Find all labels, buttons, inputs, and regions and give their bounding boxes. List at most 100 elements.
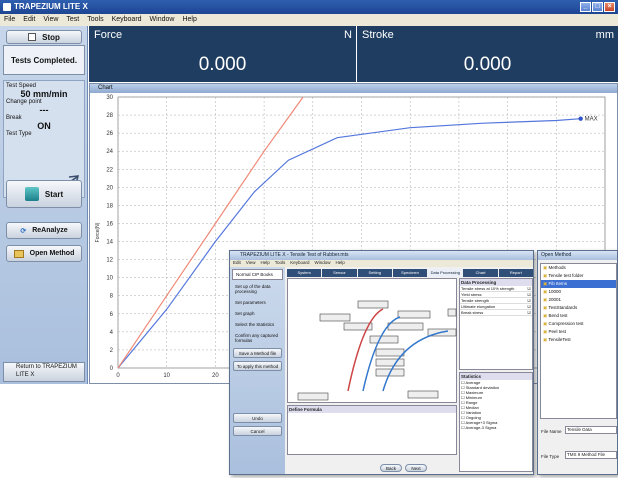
close-button[interactable]: × [604, 2, 615, 12]
statistic-item[interactable]: ☐ Average-3 Sigma [460, 425, 532, 430]
nav-button-back[interactable]: Back [380, 464, 402, 472]
menu-item-view[interactable]: View [43, 14, 58, 26]
stroke-label: Stroke [362, 29, 394, 41]
method-side-button[interactable]: To apply this method [233, 361, 282, 371]
stroke-unit: mm [595, 29, 614, 41]
method-tab[interactable]: Report [498, 269, 533, 277]
data-processing-panel: Data Processing Tensile stress at 10% st… [459, 278, 533, 370]
method-step[interactable]: Select the Statistics [232, 320, 283, 329]
break-value: ON [37, 121, 51, 131]
method-nav: Back Next [380, 464, 427, 472]
statistics-panel: Statistics ☐ Average ☐ Standard deviation… [459, 372, 533, 472]
reanalyze-icon: ⟳ [20, 227, 27, 235]
reanalyze-button[interactable]: ⟳ ReAnalyze [6, 222, 82, 239]
file-list-item[interactable]: ▣ Bend test [541, 312, 616, 320]
method-tab[interactable]: System [287, 269, 322, 277]
start-button[interactable]: Start [6, 180, 82, 208]
method-tab[interactable]: Sensor [322, 269, 357, 277]
return-label: Return to TRAPEZIUM LITE X [16, 364, 77, 378]
chart-title: Chart [98, 85, 113, 91]
processing-row-label: Break stress [461, 310, 484, 315]
file-list-item[interactable]: ▣ 10000 [541, 288, 616, 296]
method-step[interactable]: Normal CIP Books [232, 269, 283, 280]
nav-button-next[interactable]: Next [405, 464, 427, 472]
file-list-item[interactable]: ▣ Peel test [541, 328, 616, 336]
y-tick-label: 20 [106, 185, 113, 191]
y-tick-label: 6 [110, 312, 114, 318]
method-side-button[interactable]: Cancel [233, 426, 282, 436]
statistics-title: Statistics [460, 373, 532, 380]
method-step[interactable]: Set up of the data processing [232, 282, 283, 296]
force-value: 0.000 [198, 54, 247, 75]
folder-icon [13, 249, 24, 258]
method-tab[interactable]: Chart [463, 269, 498, 277]
open-method-button[interactable]: Open Method [6, 245, 82, 262]
file-list-item[interactable]: ▣ TestStandards [541, 304, 616, 312]
menu-item-file[interactable]: File [4, 14, 15, 26]
method-step[interactable]: Confirm any captured formulas [232, 331, 283, 345]
method-tab[interactable]: Setting [357, 269, 392, 277]
method-file-list: ▣ Methods ▣ Tensile test folder ▣ Fib Item… [540, 263, 617, 419]
maximize-button[interactable]: □ [592, 2, 603, 12]
menu-item-tools[interactable]: Tools [87, 14, 103, 26]
open-method-dialog: Open Method ▣ Methods ▣ Tensile test fold… [537, 250, 618, 475]
row-checkbox[interactable]: ☑ [527, 292, 531, 297]
stop-button[interactable]: Stop [6, 30, 82, 44]
file-list-item[interactable]: ▣ Methods [541, 264, 616, 272]
menu-item-test[interactable]: Test [66, 14, 79, 26]
method-menu-item[interactable]: Keyboard [290, 260, 309, 267]
file-list-label: 10000 [548, 289, 562, 294]
file-type-select[interactable]: TMS 9 Method File [565, 451, 617, 459]
processing-row-label: Yield stress [461, 292, 482, 297]
processing-row-label: Ultimate elongation [461, 304, 496, 309]
file-list-label: Compression test [548, 321, 584, 326]
y-axis-label: Force(N) [95, 222, 101, 242]
max-label: MAX [585, 117, 598, 123]
method-menu-item[interactable]: Help [260, 260, 269, 267]
menu-item-help[interactable]: Help [182, 14, 196, 26]
file-list-item[interactable]: ▣ Compression test [541, 320, 616, 328]
menu-item-window[interactable]: Window [150, 14, 175, 26]
reanalyze-label: ReAnalyze [32, 227, 68, 234]
method-side-button[interactable]: Undo [233, 413, 282, 423]
method-menu-item[interactable]: Help [336, 260, 345, 267]
menu-item-keyboard[interactable]: Keyboard [112, 14, 142, 26]
row-checkbox[interactable]: ☑ [527, 304, 531, 309]
processing-row[interactable]: Break stress ☑ [460, 310, 532, 316]
y-tick-label: 18 [106, 203, 113, 209]
file-list-item[interactable]: ▣ Fib Items [541, 280, 616, 288]
status-box: Tests Completed. [3, 45, 85, 75]
menu-item-edit[interactable]: Edit [23, 14, 35, 26]
method-step[interactable]: Set parameters [232, 298, 283, 307]
statistic-label: Average-3 Sigma [465, 425, 497, 430]
file-list-label: Bend test [548, 313, 568, 318]
file-list-label: Tensile test folder [548, 273, 584, 278]
method-menu-item[interactable]: Edit [233, 260, 241, 267]
method-tab[interactable]: Specimen [392, 269, 428, 277]
y-tick-label: 26 [106, 131, 113, 137]
minimize-button[interactable]: _ [580, 2, 591, 12]
y-tick-label: 22 [106, 167, 113, 173]
method-tab[interactable]: Data Processing [428, 269, 463, 277]
method-menu-bar: Edit View Help Tools Keyboard Window Help [230, 260, 533, 267]
stop-icon [28, 33, 37, 41]
formula-panel: Define Formula [287, 405, 457, 455]
row-checkbox[interactable]: ☑ [527, 286, 531, 291]
file-list-item[interactable]: ▣ Tensile test folder [541, 272, 616, 280]
file-name-input[interactable]: Tensile Data [565, 426, 617, 434]
method-side-button[interactable]: Save a Method file [233, 348, 282, 358]
row-checkbox[interactable]: ☑ [527, 298, 531, 303]
file-list-item[interactable]: ▣ TensileTest [541, 336, 616, 344]
formula-title: Define Formula [288, 406, 456, 413]
method-step[interactable]: Set graph [232, 309, 283, 318]
return-button[interactable]: Return to TRAPEZIUM LITE X [3, 362, 85, 382]
method-menu-item[interactable]: View [246, 260, 256, 267]
method-menu-item[interactable]: Tools [275, 260, 286, 267]
method-window-title: TRAPEZIUM LITE X - Tensile Test of Rubbe… [230, 251, 533, 260]
row-checkbox[interactable]: ☑ [527, 310, 531, 315]
status-text: Tests Completed. [10, 56, 78, 65]
method-menu-item[interactable]: Window [315, 260, 331, 267]
file-type-label: File Type [541, 454, 560, 459]
file-list-item[interactable]: ▣ 20001 [541, 296, 616, 304]
file-list-label: TestStandards [548, 305, 578, 310]
